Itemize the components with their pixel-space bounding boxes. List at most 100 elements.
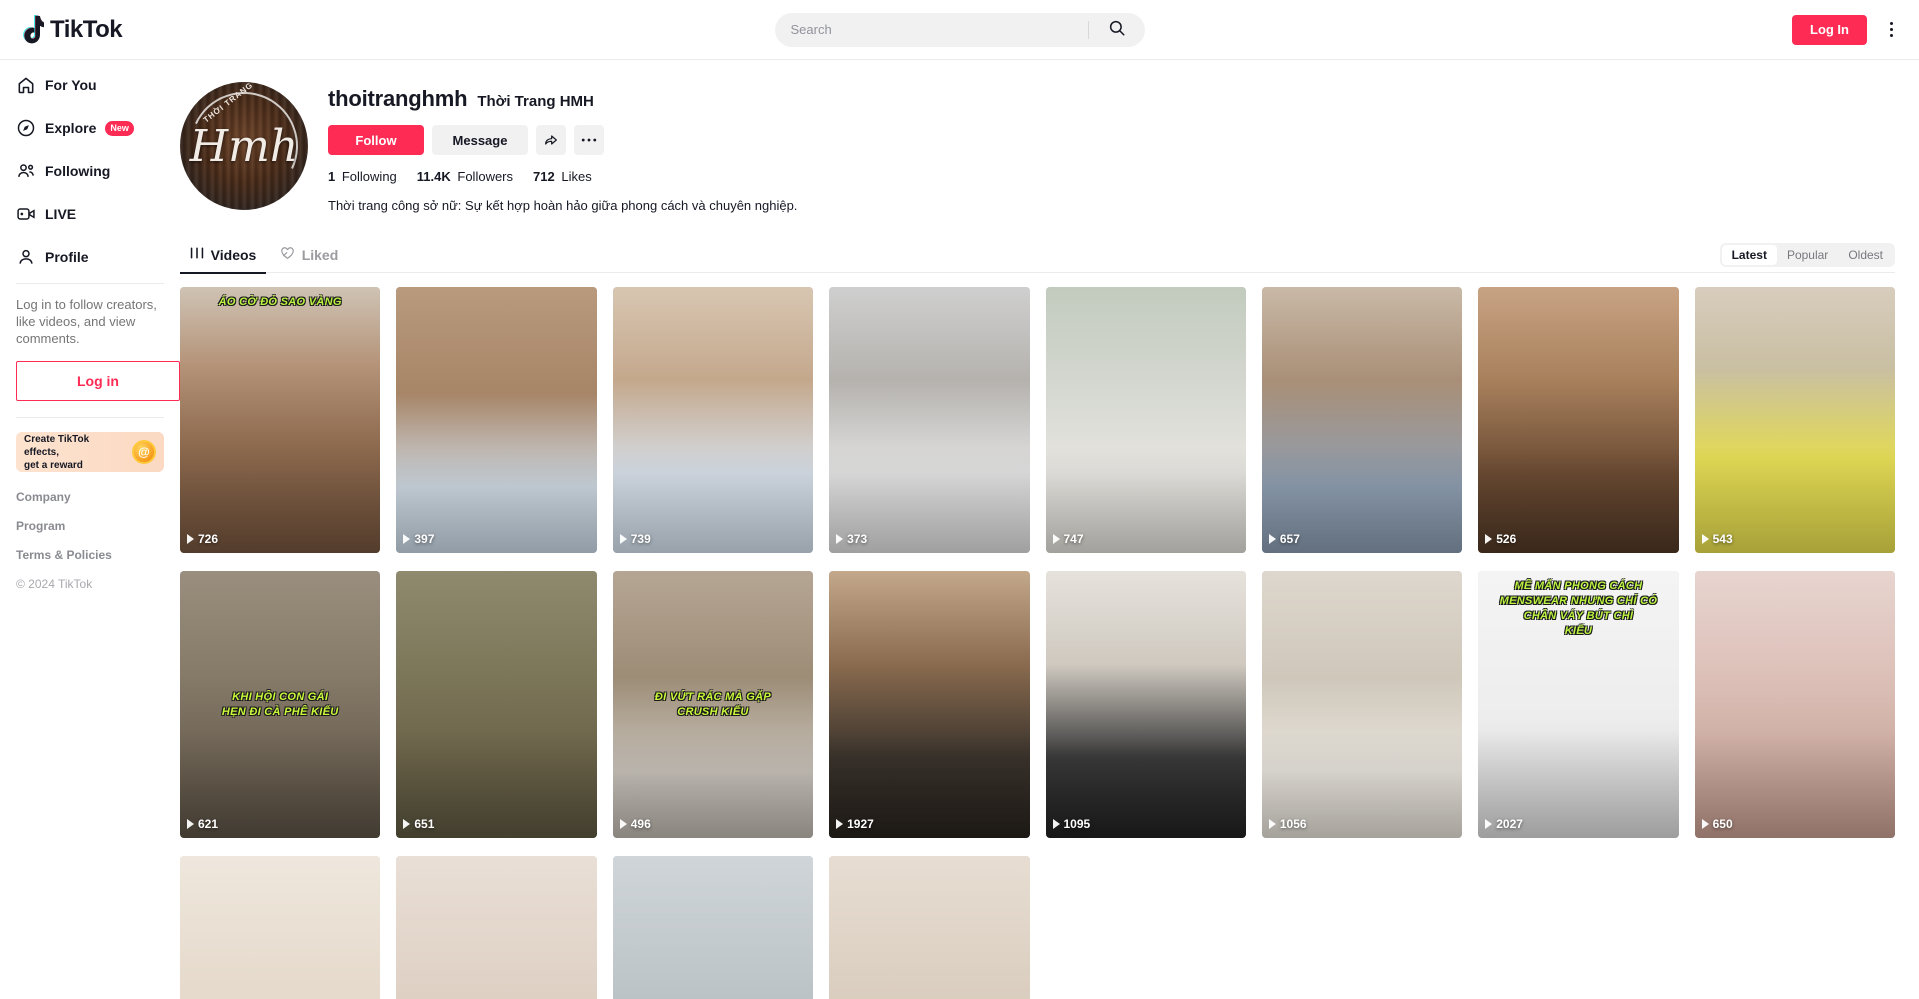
profile-stats: 1 Following 11.4K Followers 712 Likes bbox=[328, 169, 797, 184]
play-icon bbox=[403, 818, 411, 829]
video-thumbnail[interactable] bbox=[180, 855, 381, 999]
video-card[interactable]: 1095 bbox=[1045, 571, 1246, 838]
profile-header: THỜI TRANG Hmh thoitranghmh Thời Trang H… bbox=[180, 60, 1895, 215]
video-card[interactable]: 397 bbox=[396, 287, 597, 554]
sidebar-item-live[interactable]: LIVE bbox=[8, 197, 172, 231]
tab-liked[interactable]: Liked bbox=[266, 237, 352, 273]
stat-following[interactable]: 1 Following bbox=[328, 169, 397, 184]
search-icon bbox=[1108, 19, 1126, 40]
thumbnail-gradient bbox=[1261, 287, 1463, 554]
sidebar-login-button[interactable]: Log in bbox=[16, 361, 180, 401]
video-card[interactable]: 747 bbox=[1045, 287, 1246, 554]
video-thumbnail[interactable]: 650 bbox=[1694, 571, 1895, 838]
view-count-value: 373 bbox=[847, 532, 868, 547]
sidebar-item-profile[interactable]: Profile bbox=[8, 240, 172, 274]
search-input[interactable] bbox=[774, 22, 1088, 37]
tab-videos[interactable]: Videos bbox=[180, 237, 266, 274]
view-count: 543 bbox=[1701, 532, 1733, 546]
view-count-value: 657 bbox=[1279, 532, 1300, 547]
message-button[interactable]: Message bbox=[432, 125, 528, 155]
stat-followers[interactable]: 11.4K Followers bbox=[417, 169, 513, 184]
video-card[interactable]: 657 bbox=[1261, 287, 1463, 554]
video-card[interactable]: 373 bbox=[829, 287, 1030, 554]
create-effects-promo[interactable]: Create TikTok effects, get a reward @ bbox=[16, 432, 164, 472]
login-button[interactable]: Log In bbox=[1792, 14, 1867, 45]
sort-option-latest[interactable]: Latest bbox=[1721, 244, 1777, 265]
more-vertical-icon[interactable] bbox=[1879, 15, 1903, 45]
grid-icon bbox=[190, 246, 204, 263]
video-thumbnail[interactable]: KHI HỘI CON GÁI HẸN ĐI CÀ PHÊ KIỂU 621 bbox=[180, 571, 381, 838]
footer-link-program[interactable]: Program bbox=[8, 519, 172, 533]
video-card[interactable]: 1927 bbox=[829, 571, 1030, 838]
video-thumbnail[interactable]: 747 bbox=[1045, 287, 1246, 554]
video-thumbnail[interactable]: 373 bbox=[829, 287, 1030, 554]
avatar[interactable]: THỜI TRANG Hmh bbox=[180, 82, 308, 210]
live-video-icon bbox=[16, 204, 36, 224]
sidebar-divider bbox=[16, 283, 164, 284]
follow-button[interactable]: Follow bbox=[328, 125, 424, 155]
play-icon bbox=[619, 818, 627, 829]
play-icon bbox=[1485, 818, 1493, 829]
tiktok-wordmark: TikTok bbox=[50, 15, 123, 43]
share-arrow-icon[interactable] bbox=[536, 125, 566, 155]
view-count-value: 526 bbox=[1496, 532, 1517, 547]
video-thumbnail[interactable]: 651 bbox=[396, 571, 597, 838]
view-count-value: 1056 bbox=[1279, 816, 1307, 831]
topbar-actions: Log In bbox=[1792, 14, 1919, 45]
thumbnail-gradient bbox=[180, 855, 381, 999]
thumbnail-gradient bbox=[1045, 287, 1246, 554]
video-card[interactable] bbox=[180, 855, 381, 999]
tiktok-logo[interactable]: TikTok bbox=[0, 14, 200, 45]
play-icon bbox=[403, 534, 411, 545]
sidebar-item-explore[interactable]: Explore New bbox=[8, 111, 172, 145]
video-thumbnail[interactable] bbox=[396, 855, 597, 999]
video-card[interactable]: MÊ MẨN PHONG CÁCH MENSWEAR NHƯNG CHỈ CÓ CH… bbox=[1478, 571, 1679, 838]
search-button[interactable] bbox=[1089, 13, 1145, 47]
thumbnail-gradient bbox=[1694, 287, 1895, 554]
sidebar-divider-2 bbox=[16, 417, 164, 418]
video-thumbnail[interactable]: 739 bbox=[612, 287, 814, 554]
footer-link-company[interactable]: Company bbox=[8, 490, 172, 504]
video-thumbnail[interactable] bbox=[612, 855, 814, 999]
video-thumbnail[interactable]: 1095 bbox=[1045, 571, 1246, 838]
search-bar[interactable] bbox=[774, 12, 1145, 47]
top-navigation-bar: TikTok Log In bbox=[0, 0, 1919, 60]
video-card[interactable]: 651 bbox=[396, 571, 597, 838]
video-card[interactable]: 1056 bbox=[1261, 571, 1463, 838]
video-thumbnail[interactable] bbox=[829, 855, 1030, 999]
view-count-value: 726 bbox=[198, 532, 219, 547]
video-thumbnail[interactable]: 1927 bbox=[829, 571, 1030, 838]
video-card[interactable]: ÁO CỜ ĐỎ SAO VÀNG 726 bbox=[180, 287, 381, 554]
login-prompt-text: Log in to follow creators, like videos, … bbox=[16, 297, 157, 346]
sort-option-popular[interactable]: Popular bbox=[1777, 245, 1838, 265]
video-thumbnail[interactable]: MÊ MẨN PHONG CÁCH MENSWEAR NHƯNG CHỈ CÓ CH… bbox=[1478, 571, 1679, 838]
view-count: 747 bbox=[1052, 532, 1084, 546]
video-card[interactable] bbox=[612, 855, 814, 999]
video-card[interactable]: 526 bbox=[1478, 287, 1679, 554]
stat-label: Likes bbox=[561, 169, 592, 184]
sidebar-item-following[interactable]: Following bbox=[8, 154, 172, 188]
video-card[interactable]: 543 bbox=[1694, 287, 1895, 554]
view-count-value: 651 bbox=[414, 816, 435, 831]
sidebar-label: Following bbox=[45, 163, 111, 179]
video-card[interactable]: 650 bbox=[1694, 571, 1895, 838]
video-card[interactable] bbox=[829, 855, 1030, 999]
video-thumbnail[interactable]: 526 bbox=[1478, 287, 1679, 554]
video-card[interactable]: ĐI VỨT RÁC MÀ GẶP CRUSH KIỂU 496 bbox=[612, 571, 814, 838]
play-icon bbox=[1485, 534, 1493, 545]
video-card[interactable]: KHI HỘI CON GÁI HẸN ĐI CÀ PHÊ KIỂU 621 bbox=[180, 571, 381, 838]
video-thumbnail[interactable]: 657 bbox=[1261, 287, 1463, 554]
video-thumbnail[interactable]: 397 bbox=[396, 287, 597, 554]
video-thumbnail[interactable]: ĐI VỨT RÁC MÀ GẶP CRUSH KIỂU 496 bbox=[612, 571, 814, 838]
video-card[interactable] bbox=[396, 855, 597, 999]
footer-link-terms[interactable]: Terms & Policies bbox=[8, 548, 172, 562]
video-thumbnail[interactable]: 1056 bbox=[1261, 571, 1463, 838]
sidebar-label: Profile bbox=[45, 249, 89, 265]
video-card[interactable]: 739 bbox=[612, 287, 814, 554]
profile-more-button[interactable] bbox=[574, 125, 604, 155]
sort-option-oldest[interactable]: Oldest bbox=[1838, 245, 1893, 265]
video-thumbnail[interactable]: 543 bbox=[1694, 287, 1895, 554]
video-thumbnail[interactable]: ÁO CỜ ĐỎ SAO VÀNG 726 bbox=[180, 287, 381, 554]
sidebar-item-for-you[interactable]: For You bbox=[8, 68, 172, 102]
thumbnail-caption: ĐI VỨT RÁC MÀ GẶP CRUSH KIỂU bbox=[654, 690, 771, 718]
